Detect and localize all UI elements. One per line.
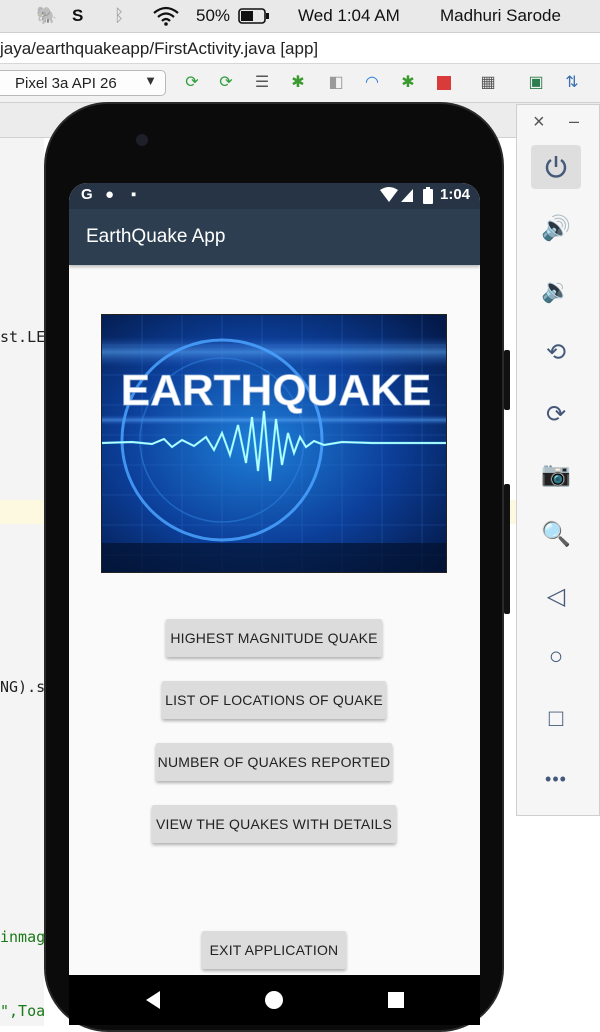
- evernote-icon[interactable]: 🐘: [36, 6, 57, 26]
- power-side-button: [504, 350, 510, 410]
- run-configurations-icon[interactable]: ☰: [252, 73, 272, 93]
- wifi-signal-icon: [379, 187, 417, 207]
- debug-icon[interactable]: ✱: [288, 73, 308, 93]
- home-icon[interactable]: [264, 990, 284, 1015]
- stop-icon[interactable]: [434, 73, 454, 93]
- ide-toolbar: Pixel 3a API 26 ▼ ⟳ ⟳ ☰ ✱ ◧ ◠ ✱ ▦ ▣ ⇅: [0, 64, 600, 103]
- sd-card-icon: ▪: [131, 186, 137, 203]
- code-snippet: NG).s: [0, 678, 46, 696]
- overview-icon[interactable]: □: [531, 697, 581, 741]
- mac-menu-bar: 🐘 S ᛒ 50% Wed 1:04 AM Madhuri Sarode: [0, 0, 600, 33]
- code-snippet: ",Toa: [0, 1002, 46, 1020]
- rotate-right-icon[interactable]: ⟳: [531, 393, 581, 437]
- code-snippet: st.LE: [0, 328, 46, 346]
- chevron-down-icon: ▼: [144, 73, 157, 88]
- phone-screen: G ● ▪ 1:04 EarthQuake App EARTHQUAKE HIG…: [69, 183, 480, 975]
- android-navigation-bar: [69, 975, 480, 1025]
- menubar-clock[interactable]: Wed 1:04 AM: [298, 6, 400, 26]
- battery-percent[interactable]: 50%: [196, 6, 230, 26]
- battery-icon: [423, 187, 433, 208]
- bluetooth-icon[interactable]: ᛒ: [114, 6, 124, 26]
- avd-manager-icon[interactable]: ▣: [526, 73, 546, 93]
- list-of-locations-button[interactable]: LIST OF LOCATIONS OF QUAKE: [162, 681, 386, 719]
- attach-debugger-icon[interactable]: ✱: [398, 73, 418, 93]
- number-of-quakes-button[interactable]: NUMBER OF QUAKES REPORTED: [156, 743, 392, 781]
- back-icon[interactable]: ◁: [531, 575, 581, 619]
- close-icon[interactable]: ×: [533, 111, 545, 134]
- profiler-icon[interactable]: ◠: [362, 73, 382, 93]
- status-time: 1:04: [440, 186, 471, 203]
- ide-title-text: jaya/earthquakeapp/FirstActivity.java [a…: [0, 39, 319, 58]
- earthquake-banner-image: EARTHQUAKE: [101, 314, 447, 573]
- volume-down-icon[interactable]: 🔉: [531, 269, 581, 313]
- view-quakes-details-button[interactable]: VIEW THE QUAKES WITH DETAILS: [152, 805, 396, 843]
- earthquake-banner-text: EARTHQUAKE: [121, 366, 431, 415]
- ide-window-title: jaya/earthquakeapp/FirstActivity.java [a…: [0, 33, 600, 64]
- camera-icon[interactable]: 📷: [531, 453, 581, 497]
- app-toolbar: EarthQuake App: [69, 209, 480, 265]
- record-icon: ●: [105, 186, 115, 203]
- sync-project-icon[interactable]: ▦: [478, 73, 498, 93]
- rotate-left-icon[interactable]: ⟲: [531, 331, 581, 375]
- app-title: EarthQuake App: [86, 226, 226, 247]
- volume-side-button: [504, 484, 510, 614]
- front-camera: [136, 134, 148, 146]
- zoom-icon[interactable]: 🔍: [531, 513, 581, 557]
- volume-up-icon[interactable]: 🔊: [531, 207, 581, 251]
- minimize-icon[interactable]: –: [569, 111, 579, 132]
- apply-changes-icon[interactable]: ⟳: [182, 73, 202, 93]
- back-icon[interactable]: [144, 990, 162, 1015]
- battery-icon[interactable]: [238, 8, 270, 29]
- device-selector[interactable]: Pixel 3a API 26 ▼: [0, 70, 166, 96]
- menubar-user[interactable]: Madhuri Sarode: [440, 6, 561, 26]
- exit-application-button[interactable]: EXIT APPLICATION: [202, 931, 346, 969]
- sdk-manager-icon[interactable]: ⇅: [562, 73, 582, 93]
- more-icon[interactable]: •••: [531, 757, 581, 801]
- highest-magnitude-quake-button[interactable]: HIGHEST MAGNITUDE QUAKE: [166, 619, 382, 657]
- skype-icon[interactable]: S: [72, 6, 83, 26]
- android-status-bar: G ● ▪ 1:04: [69, 183, 480, 209]
- power-icon[interactable]: [531, 145, 581, 189]
- wifi-icon[interactable]: [152, 6, 180, 31]
- google-icon: G: [81, 186, 93, 203]
- code-snippet: inmag: [0, 928, 46, 946]
- home-icon[interactable]: ○: [531, 635, 581, 679]
- emulator-controls-panel: × – 🔊 🔉 ⟲ ⟳ 📷 🔍 ◁ ○ □ •••: [516, 104, 600, 816]
- editor-gutter: [0, 138, 44, 1026]
- recents-icon[interactable]: [387, 991, 405, 1014]
- coverage-icon[interactable]: ◧: [326, 73, 346, 93]
- device-selector-label: Pixel 3a API 26: [15, 75, 117, 92]
- apply-code-changes-icon[interactable]: ⟳: [216, 73, 236, 93]
